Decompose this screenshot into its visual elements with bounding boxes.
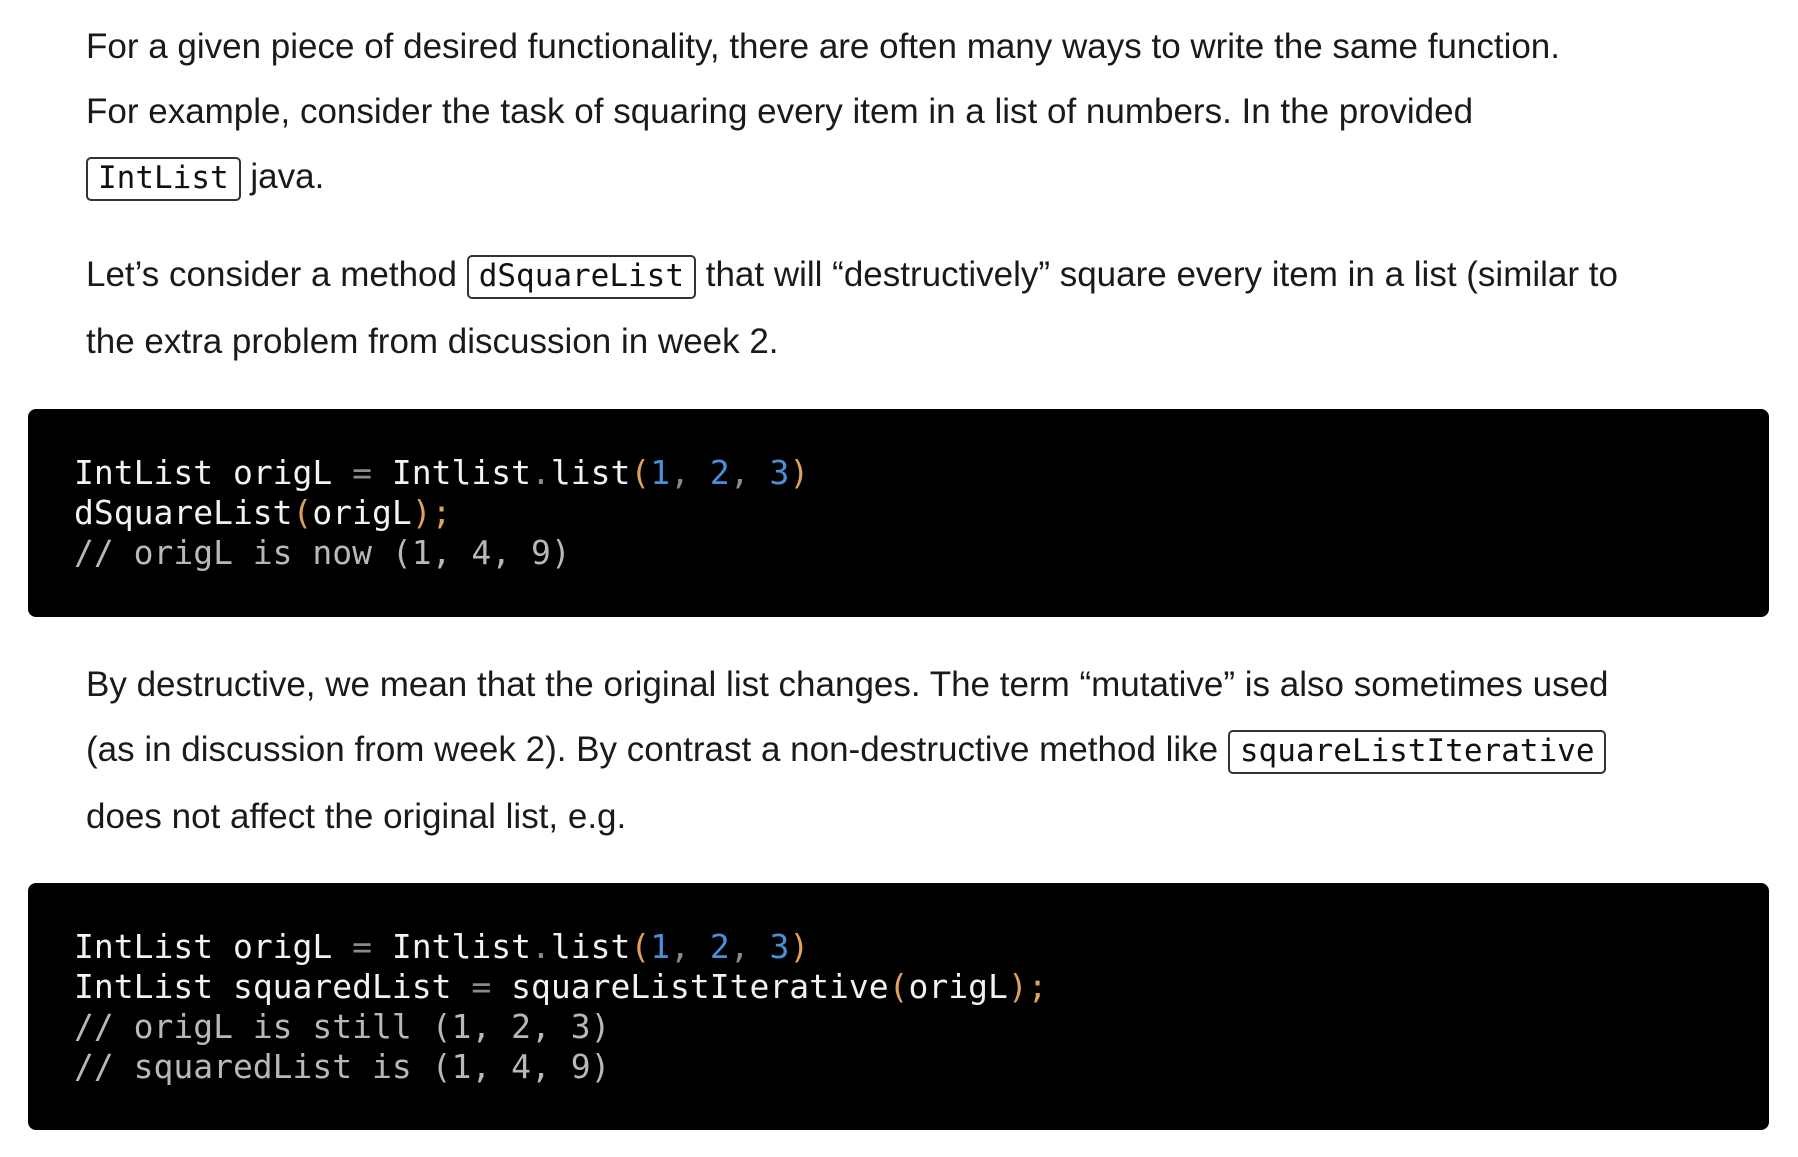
code-token-var: squaredList [213,967,472,1006]
paragraph-dsquarelist-lead: Let’s consider a method [86,255,467,294]
paragraph-destructive-lead: (as in discussion from week 2). By contr… [86,730,1228,769]
code-token-arg: origL [312,493,412,532]
code-token-call: squareListIterative [491,967,889,1006]
code-token-comma: , [670,927,710,966]
paragraph-destructive: By destructive, we mean that the origina… [86,652,1726,849]
code-token-number: 1 [650,453,671,492]
code-token-paren: ) [789,927,810,966]
code-comment: // origL is still (1, 2, 3) [74,1007,611,1046]
code-token-paren: ) [789,453,810,492]
code-token-comma: , [729,927,770,966]
code-token-paren: ); [1007,967,1048,1006]
code-token-number: 2 [709,927,730,966]
paragraph-destructive-line3: does not affect the original list, e.g. [86,797,627,836]
code-token-class: Intlist [372,927,531,966]
code-comment: // origL is now (1, 4, 9) [74,533,571,572]
code-token-paren: ); [411,493,452,532]
code-token-paren: ( [292,493,313,532]
paragraph-intro: For a given piece of desired functionali… [86,14,1726,211]
code-line: IntList origL = Intlist.list(1, 2, 3) [74,927,1769,967]
paragraph-dsquarelist-line2: the extra problem from discussion in wee… [86,322,779,361]
paragraph-intro-tail: java. [240,157,325,196]
code-token-paren: ( [630,453,651,492]
code-token-paren: ( [888,967,909,1006]
code-token-number: 3 [769,453,790,492]
code-token-number: 1 [650,927,671,966]
paragraph-dsquarelist-line1: Let’s consider a method dSquareList that… [86,242,1726,309]
code-token-number: 3 [769,927,790,966]
paragraph-destructive-line2: (as in discussion from week 2). By contr… [86,717,1726,784]
code-token-op: = [471,967,492,1006]
code-line: IntList squaredList = squareListIterativ… [74,967,1769,1007]
code-token-number: 2 [709,453,730,492]
paragraph-intro-line3: IntList java. [86,144,1726,211]
code-token-method: list [550,453,631,492]
code-token-method: list [550,927,631,966]
code-token-type: IntList [74,927,214,966]
paragraph-dsquarelist: Let’s consider a method dSquareList that… [86,242,1726,374]
code-block-dsquarelist: IntList origL = Intlist.list(1, 2, 3) dS… [28,409,1769,617]
code-token-op: = [352,927,373,966]
code-token-type: IntList [74,967,214,1006]
code-token-var: origL [213,453,353,492]
code-token-comma: , [729,453,770,492]
code-token-var: origL [213,927,353,966]
inline-code-dsquarelist: dSquareList [466,255,697,299]
paragraph-destructive-line1: By destructive, we mean that the origina… [86,665,1609,704]
code-token-class: Intlist [372,453,531,492]
paragraph-intro-line2: For example, consider the task of squari… [86,92,1474,131]
code-token-dot: . [530,927,551,966]
code-line: IntList origL = Intlist.list(1, 2, 3) [74,453,1769,493]
inline-code-intlist: IntList [86,157,241,201]
code-token-op: = [352,453,373,492]
code-comment: // squaredList is (1, 4, 9) [74,1047,611,1086]
inline-code-squarelistiterative: squareListIterative [1227,730,1607,774]
paragraph-intro-line1: For a given piece of desired functionali… [86,27,1560,66]
code-token-dot: . [530,453,551,492]
code-block-squarelistiterative: IntList origL = Intlist.list(1, 2, 3) In… [28,883,1769,1130]
code-token-call: dSquareList [74,493,293,532]
code-token-type: IntList [74,453,214,492]
code-token-paren: ( [630,927,651,966]
paragraph-dsquarelist-mid: that will “destructively” square every i… [696,255,1618,294]
code-token-comma: , [670,453,710,492]
code-line: dSquareList(origL); [74,493,1769,533]
code-token-arg: origL [908,967,1008,1006]
